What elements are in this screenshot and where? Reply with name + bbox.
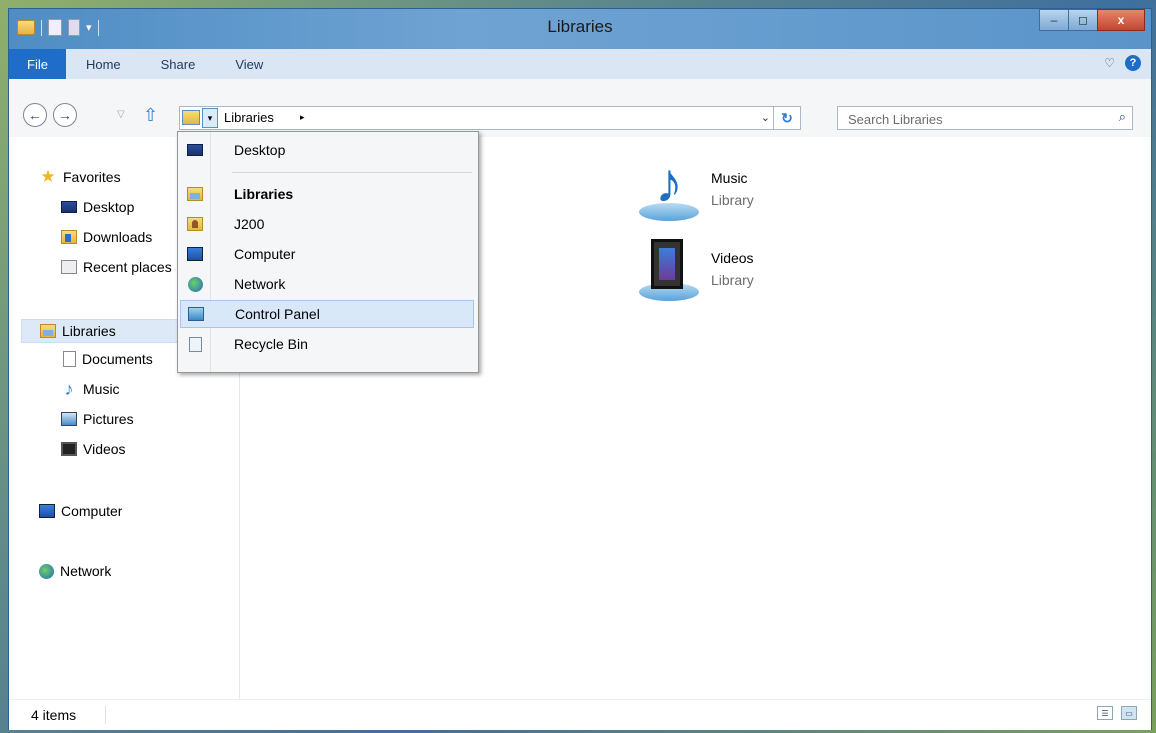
libraries-icon bbox=[187, 187, 203, 201]
search-box[interactable]: ⌕ bbox=[837, 106, 1133, 130]
tab-share[interactable]: Share bbox=[141, 49, 216, 79]
menu-item-label: Network bbox=[234, 276, 286, 292]
nav-videos-label: Videos bbox=[83, 441, 126, 457]
refresh-button[interactable]: ↻ bbox=[773, 107, 800, 129]
address-history-button[interactable]: ⌄ bbox=[761, 111, 770, 124]
menu-item-label: Desktop bbox=[234, 142, 286, 158]
tab-view[interactable]: View bbox=[215, 49, 283, 79]
nav-downloads-label: Downloads bbox=[83, 229, 153, 245]
library-name: Videos bbox=[711, 250, 754, 266]
libraries-icon[interactable] bbox=[182, 110, 200, 125]
maximize-button[interactable]: ◻ bbox=[1068, 9, 1098, 31]
menu-item-j200[interactable]: J200 bbox=[180, 210, 474, 238]
details-view-icon[interactable]: ☰ bbox=[1097, 706, 1113, 720]
menu-item-computer[interactable]: Computer bbox=[180, 240, 474, 268]
help-icon[interactable]: ? bbox=[1125, 55, 1141, 71]
library-type: Library bbox=[711, 192, 754, 208]
menu-item-control-panel[interactable]: Control Panel bbox=[180, 300, 474, 328]
library-item-music[interactable]: ♪ Music Library bbox=[637, 155, 754, 223]
music-library-icon: ♪ bbox=[637, 155, 701, 223]
library-name: Music bbox=[711, 170, 748, 186]
menu-item-network[interactable]: Network bbox=[180, 270, 474, 298]
computer-icon bbox=[39, 504, 55, 518]
nav-music[interactable]: ♪ Music bbox=[61, 381, 120, 397]
nav-documents[interactable]: Documents bbox=[63, 351, 177, 367]
menu-item-label: Computer bbox=[234, 246, 296, 262]
menu-item-desktop[interactable]: Desktop bbox=[180, 136, 474, 164]
search-icon[interactable]: ⌕ bbox=[1119, 109, 1126, 125]
search-input[interactable] bbox=[846, 109, 1100, 129]
nav-network-label: Network bbox=[60, 563, 112, 579]
menu-separator bbox=[232, 172, 472, 173]
title-bar[interactable]: ▾ Libraries – ◻ x bbox=[9, 9, 1151, 49]
nav-favorites-label: Favorites bbox=[63, 169, 121, 185]
address-dropdown-menu: Desktop Libraries J200 Computer Network … bbox=[177, 131, 479, 373]
computer-icon bbox=[187, 247, 203, 261]
large-icons-view-icon[interactable]: ▭ bbox=[1121, 706, 1137, 720]
pictures-icon bbox=[61, 412, 77, 426]
breadcrumb-libraries[interactable]: Libraries bbox=[224, 110, 274, 125]
nav-desktop[interactable]: Desktop bbox=[61, 199, 134, 215]
menu-item-label: Libraries bbox=[234, 186, 294, 202]
menu-item-label: Control Panel bbox=[235, 306, 320, 322]
videos-icon bbox=[61, 442, 77, 456]
nav-recent-label: Recent places bbox=[83, 259, 172, 275]
nav-favorites[interactable]: ★ Favorites bbox=[39, 169, 121, 185]
nav-libraries-label: Libraries bbox=[62, 323, 116, 339]
close-button[interactable]: x bbox=[1097, 9, 1145, 31]
address-dropdown-button[interactable]: ▾ bbox=[202, 108, 218, 128]
nav-network[interactable]: Network bbox=[39, 563, 111, 579]
recent-locations-button[interactable]: ▽ bbox=[117, 109, 125, 120]
nav-pictures-label: Pictures bbox=[83, 411, 134, 427]
nav-desktop-label: Desktop bbox=[83, 199, 135, 215]
menu-item-libraries[interactable]: Libraries bbox=[180, 180, 474, 208]
ribbon: File Home Share View ♡ ? bbox=[9, 49, 1151, 97]
user-folder-icon bbox=[187, 217, 203, 231]
network-icon bbox=[39, 563, 54, 579]
ribbon-tabs: File Home Share View bbox=[9, 49, 1151, 79]
status-separator bbox=[105, 706, 106, 724]
address-bar[interactable]: ▾ Libraries ▸ ⌄ ↻ bbox=[179, 106, 801, 130]
breadcrumb-arrow-icon[interactable]: ▸ bbox=[300, 112, 305, 123]
nav-recent-places[interactable]: Recent places bbox=[61, 259, 177, 275]
tab-home[interactable]: Home bbox=[66, 49, 141, 79]
menu-item-label: Recycle Bin bbox=[234, 336, 308, 352]
control-panel-icon bbox=[188, 307, 204, 321]
forward-button[interactable]: → bbox=[53, 103, 77, 127]
recent-places-icon bbox=[61, 260, 77, 274]
chevron-down-icon[interactable]: ♡ bbox=[1104, 56, 1115, 70]
library-type: Library bbox=[711, 272, 754, 288]
network-icon bbox=[187, 276, 203, 292]
music-icon: ♪ bbox=[64, 381, 74, 397]
nav-computer[interactable]: Computer bbox=[39, 503, 122, 519]
star-icon: ★ bbox=[40, 169, 56, 185]
downloads-icon bbox=[61, 230, 77, 244]
nav-downloads[interactable]: Downloads bbox=[61, 229, 177, 245]
view-switcher: ☰ ▭ bbox=[1097, 706, 1137, 720]
nav-documents-label: Documents bbox=[82, 351, 153, 367]
nav-computer-label: Computer bbox=[61, 503, 123, 519]
status-bar: 4 items ☰ ▭ bbox=[9, 699, 1151, 730]
minimize-button[interactable]: – bbox=[1039, 9, 1069, 31]
desktop-icon bbox=[187, 144, 203, 156]
nav-videos[interactable]: Videos bbox=[61, 441, 126, 457]
tab-file[interactable]: File bbox=[9, 49, 66, 79]
menu-item-label: J200 bbox=[234, 216, 265, 232]
menu-item-recycle-bin[interactable]: Recycle Bin bbox=[180, 330, 474, 358]
nav-pictures[interactable]: Pictures bbox=[61, 411, 134, 427]
recycle-bin-icon bbox=[188, 336, 202, 352]
up-button[interactable]: ⇧ bbox=[143, 105, 158, 126]
window-controls: – ◻ x bbox=[1039, 9, 1145, 31]
desktop-icon bbox=[61, 201, 77, 213]
nav-music-label: Music bbox=[83, 381, 120, 397]
window-title: Libraries bbox=[547, 17, 613, 36]
library-item-videos[interactable]: Videos Library bbox=[637, 239, 754, 303]
item-count: 4 items bbox=[31, 707, 77, 723]
documents-icon bbox=[63, 351, 76, 367]
videos-library-icon bbox=[637, 239, 701, 303]
back-button[interactable]: ← bbox=[23, 103, 47, 127]
ribbon-right-controls: ♡ ? bbox=[1104, 55, 1141, 71]
libraries-icon bbox=[40, 324, 56, 338]
explorer-window: ▾ Libraries – ◻ x File Home Share View ♡… bbox=[8, 8, 1152, 730]
